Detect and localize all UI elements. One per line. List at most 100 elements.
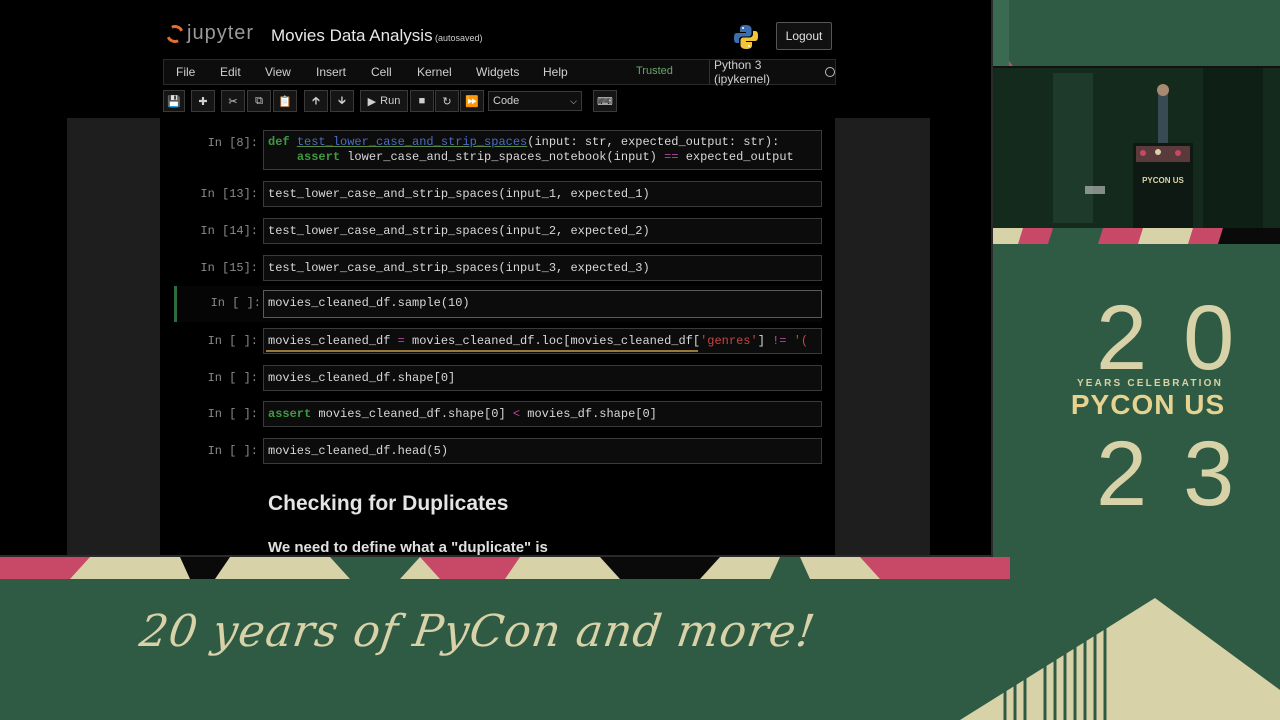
code-cell[interactable]: In [ ]: assert movies_cleaned_df.shape[0… (174, 401, 822, 427)
cell-input[interactable]: test_lower_case_and_strip_spaces(input_3… (263, 255, 822, 281)
fast-forward-icon: ⏩ (465, 95, 479, 108)
move-down-button[interactable]: 🡳 (330, 90, 354, 112)
paste-button[interactable]: 📋 (273, 90, 297, 112)
python-logo-icon (734, 25, 758, 49)
decorative-strip-bottom (0, 557, 1010, 579)
interrupt-button[interactable]: ■ (410, 90, 434, 112)
string-literal: 'genres' (700, 334, 758, 348)
operator: = (397, 334, 405, 348)
cell-input[interactable]: movies_cleaned_df.head(5) (263, 438, 822, 464)
decorative-pattern-top-right (993, 0, 1280, 66)
cell-input[interactable]: assert movies_cleaned_df.shape[0] < movi… (263, 401, 822, 427)
notebook-area: In [8]: def test_lower_case_and_strip_sp… (160, 118, 835, 555)
function-name: test_lower_case_and_strip_spaces (296, 135, 528, 149)
move-up-button[interactable]: 🡱 (304, 90, 328, 112)
code-text: movies_cleaned_df.loc[movies_cleaned_df[ (404, 334, 701, 348)
brand-year-bottom: 23 (1096, 423, 1271, 525)
code-cell[interactable]: In [ ]: movies_cleaned_df.head(5) (174, 438, 822, 464)
code-text: movies_df.shape[0] (520, 407, 657, 421)
code-text: lower_case_and_strip_spaces_notebook(inp… (340, 150, 665, 164)
command-palette-button[interactable]: ⌨ (593, 90, 617, 112)
kernel-name: Python 3 (ipykernel) (714, 58, 771, 86)
menu-view[interactable]: View (265, 65, 291, 79)
code-cell[interactable]: In [15]: test_lower_case_and_strip_space… (174, 255, 822, 281)
run-button[interactable]: ▶ Run (360, 90, 408, 112)
cell-prompt: In [8]: (207, 136, 258, 150)
arrow-up-icon: 🡱 (312, 94, 320, 107)
logout-button[interactable]: Logout (776, 22, 832, 50)
markdown-heading[interactable]: Checking for Duplicates (268, 492, 508, 516)
autosave-status: (autosaved) (435, 33, 483, 43)
menu-edit[interactable]: Edit (220, 65, 241, 79)
run-label: Run (380, 95, 401, 107)
menu-widgets[interactable]: Widgets (476, 65, 519, 79)
plus-icon: ✚ (198, 95, 208, 108)
copy-icon: ⧉ (255, 94, 263, 107)
restart-icon: ↻ (442, 95, 452, 108)
insert-cell-button[interactable]: ✚ (191, 90, 215, 112)
menu-insert[interactable]: Insert (316, 65, 346, 79)
code-cell[interactable]: In [ ]: movies_cleaned_df = movies_clean… (174, 328, 822, 354)
code-cell[interactable]: In [8]: def test_lower_case_and_strip_sp… (174, 130, 822, 172)
cell-prompt: In [13]: (200, 187, 258, 201)
code-cell[interactable]: In [ ]: movies_cleaned_df.shape[0] (174, 365, 822, 391)
code-cell[interactable]: In [13]: test_lower_case_and_strip_space… (174, 181, 822, 207)
speaker-camera-feed: PYCON US (993, 66, 1280, 228)
brand-year-top: 20 (1096, 287, 1271, 389)
cell-input[interactable]: def test_lower_case_and_strip_spaces(inp… (263, 130, 822, 170)
save-button[interactable]: 💾 (163, 90, 185, 112)
notebook-title[interactable]: Movies Data Analysis (271, 26, 433, 46)
cell-prompt: In [14]: (200, 224, 258, 238)
cut-button[interactable]: ✂ (221, 90, 245, 112)
copy-button[interactable]: ⧉ (247, 90, 271, 112)
cell-scroll-indicator (266, 350, 698, 352)
cell-type-select[interactable]: Code ⌵ (488, 91, 582, 111)
menu-kernel[interactable]: Kernel (417, 65, 452, 79)
operator: != (772, 334, 787, 348)
jupyter-orb-icon (163, 21, 187, 46)
kernel-idle-icon (825, 67, 835, 77)
keyword: def (268, 135, 290, 149)
code-cell-selected[interactable]: In [ ]: movies_cleaned_df.sample(10) (174, 286, 822, 322)
cell-input[interactable]: test_lower_case_and_strip_spaces(input_2… (263, 218, 822, 244)
cell-input[interactable]: test_lower_case_and_strip_spaces(input_1… (263, 181, 822, 207)
cell-input[interactable]: movies_cleaned_df.shape[0] (263, 365, 822, 391)
cell-prompt: In [ ]: (207, 407, 258, 421)
chevron-down-icon: ⌵ (570, 95, 577, 106)
decorative-strip-right (993, 228, 1280, 244)
tagline-text: 20 years of PyCon and more! (136, 606, 819, 657)
cell-prompt: In [ ]: (207, 371, 258, 385)
cell-prompt: In [ ]: (207, 444, 258, 458)
brand-pycon-text: PYCON US (1070, 389, 1226, 420)
jupyter-menubar: File Edit View Insert Cell Kernel Widget… (163, 58, 836, 86)
code-text: (input: str, expected_output: str): (527, 135, 780, 149)
menu-cell[interactable]: Cell (371, 65, 392, 79)
screen-capture: jupyter Movies Data Analysis (autosaved)… (0, 0, 993, 557)
browser-margin-left (67, 118, 160, 555)
restart-run-all-button[interactable]: ⏩ (460, 90, 484, 112)
cell-prompt: In [ ]: (207, 334, 258, 348)
keyword: assert (268, 407, 312, 421)
cell-prompt: In [ ]: (210, 296, 261, 310)
kernel-indicator[interactable]: Python 3 (ipykernel) (709, 58, 835, 86)
save-icon: 💾 (167, 95, 181, 108)
browser-margin-right (835, 118, 930, 555)
play-icon: ▶ (367, 95, 377, 108)
menu-file[interactable]: File (176, 65, 195, 79)
brand-celebration-text: YEARS CELEBRATION (1076, 378, 1224, 389)
restart-button[interactable]: ↻ (435, 90, 459, 112)
jupyter-logo[interactable]: jupyter (163, 21, 254, 46)
markdown-paragraph[interactable]: We need to define what a "duplicate" is (268, 539, 548, 555)
operator: == (664, 150, 679, 164)
cell-type-value: Code (493, 95, 520, 107)
arrow-down-icon: 🡳 (338, 94, 346, 107)
paste-icon: 📋 (278, 95, 292, 108)
trusted-indicator[interactable]: Trusted (636, 65, 673, 77)
menu-help[interactable]: Help (543, 65, 568, 79)
cell-input[interactable]: movies_cleaned_df.sample(10) (263, 290, 822, 318)
jupyter-toolbar: 💾 ✚ ✂ ⧉ 📋 🡱 🡳 ▶ Run ■ ↻ ⏩ Code ⌵ ⌨ (163, 88, 836, 116)
code-text: movies_cleaned_df (268, 334, 398, 348)
decorative-mountain (960, 598, 1280, 720)
code-cell[interactable]: In [14]: test_lower_case_and_strip_space… (174, 218, 822, 244)
scissors-icon: ✂ (228, 95, 238, 108)
